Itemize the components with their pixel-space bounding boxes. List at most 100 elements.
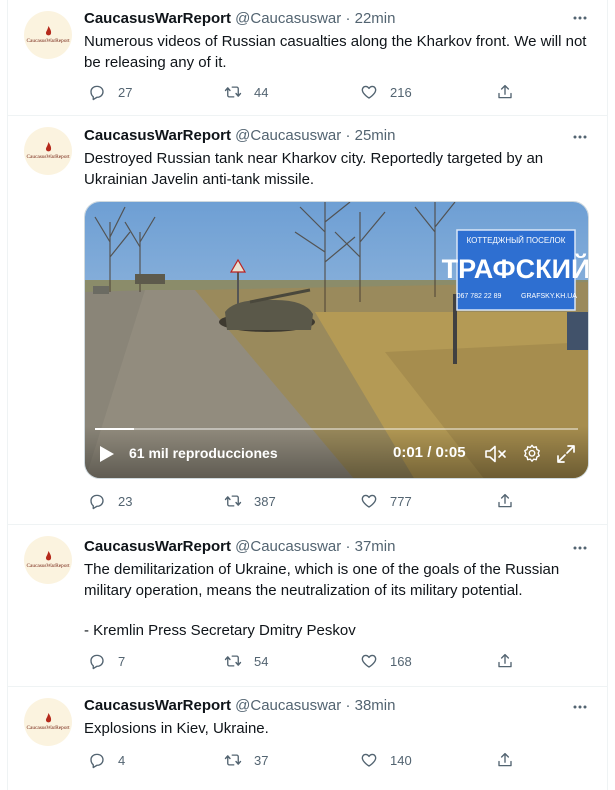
- tweet-actions: 4 37 140: [84, 751, 514, 771]
- tweet-text: Destroyed Russian tank near Kharkov city…: [84, 148, 589, 190]
- like-count: 140: [390, 752, 412, 768]
- timestamp[interactable]: 22min: [355, 10, 396, 27]
- billboard-top-text: КОТТЕДЖНЫЙ ПОСЕЛОК: [467, 236, 566, 245]
- timestamp[interactable]: 38min: [355, 697, 396, 714]
- retweet-button[interactable]: 387: [224, 492, 276, 510]
- retweet-count: 37: [254, 752, 269, 768]
- retweet-count: 44: [254, 84, 269, 100]
- avatar[interactable]: CaucasusWarReport: [24, 127, 72, 175]
- flame-logo-icon: [45, 26, 51, 36]
- share-button[interactable]: [496, 751, 526, 769]
- billboard-site-text: GRAFSKY.KH.UA: [521, 293, 577, 300]
- tweet-header: CaucasusWarReport @Caucasuswar · 37min: [84, 537, 395, 557]
- retweet-icon: [224, 655, 242, 667]
- more-options-icon[interactable]: [571, 9, 589, 27]
- avatar[interactable]: CaucasusWarReport: [24, 11, 72, 59]
- more-options-icon[interactable]: [571, 698, 589, 716]
- tweet[interactable]: CaucasusWarReport CaucasusWarReport @Cau…: [8, 525, 607, 687]
- share-icon: [498, 493, 512, 508]
- video-time: 0:01 / 0:05: [393, 444, 466, 461]
- tweet-paragraph: The demilitarization of Ukraine, which i…: [84, 561, 560, 599]
- timestamp[interactable]: 37min: [355, 538, 396, 555]
- video-progress-bar[interactable]: [95, 428, 578, 430]
- tweet-paragraph: Destroyed Russian tank near Kharkov city…: [84, 150, 544, 188]
- timestamp[interactable]: 25min: [355, 127, 396, 144]
- like-button[interactable]: 777: [360, 492, 412, 510]
- like-count: 777: [390, 493, 412, 509]
- tweet[interactable]: CaucasusWarReport CaucasusWarReport @Cau…: [8, 0, 607, 116]
- share-icon: [498, 752, 512, 767]
- separator-dot: ·: [345, 10, 351, 27]
- reply-button[interactable]: 4: [88, 751, 125, 769]
- tweet-header: CaucasusWarReport @Caucasuswar · 22min: [84, 9, 395, 29]
- reply-button[interactable]: 23: [88, 492, 132, 510]
- heart-icon: [361, 654, 377, 668]
- flame-logo-icon: [45, 713, 51, 723]
- avatar[interactable]: CaucasusWarReport: [24, 698, 72, 746]
- share-icon: [498, 84, 512, 99]
- play-icon[interactable]: [99, 445, 115, 463]
- tweet-paragraph: - Kremlin Press Secretary Dmitry Peskov: [84, 622, 356, 639]
- tweet-paragraph: Numerous videos of Russian casualties al…: [84, 33, 587, 71]
- heart-icon: [361, 494, 377, 508]
- reply-icon: [90, 753, 104, 769]
- heart-icon: [361, 753, 377, 767]
- like-count: 216: [390, 84, 412, 100]
- retweet-button[interactable]: 44: [224, 83, 268, 101]
- video-controls: 61 mil reproducciones 0:01 / 0:05: [85, 426, 588, 478]
- reply-button[interactable]: 7: [88, 652, 125, 670]
- separator-dot: ·: [345, 127, 351, 144]
- retweet-button[interactable]: 54: [224, 652, 268, 670]
- reply-icon: [90, 85, 104, 101]
- flame-logo-icon: [45, 551, 51, 561]
- billboard-main-text: ТРАФСКИЙ: [442, 253, 589, 284]
- view-count: 61 mil reproducciones: [129, 445, 278, 461]
- display-name[interactable]: CaucasusWarReport: [84, 127, 231, 144]
- share-button[interactable]: [496, 83, 526, 101]
- retweet-icon: [224, 495, 242, 507]
- more-options-icon[interactable]: [571, 539, 589, 557]
- share-button[interactable]: [496, 652, 526, 670]
- mute-icon[interactable]: [483, 443, 507, 465]
- tweet-text: Numerous videos of Russian casualties al…: [84, 31, 589, 73]
- fullscreen-icon[interactable]: [555, 443, 577, 465]
- display-name[interactable]: CaucasusWarReport: [84, 697, 231, 714]
- tweet-actions: 7 54 168: [84, 652, 514, 672]
- flame-logo-icon: [45, 142, 51, 152]
- separator-dot: ·: [345, 697, 351, 714]
- like-button[interactable]: 168: [360, 652, 412, 670]
- video-player[interactable]: КОТТЕДЖНЫЙ ПОСЕЛОК ТРАФСКИЙ 067 782 22 8…: [84, 201, 589, 479]
- handle[interactable]: @Caucasuswar: [235, 127, 341, 144]
- more-options-icon[interactable]: [571, 128, 589, 146]
- display-name[interactable]: CaucasusWarReport: [84, 538, 231, 555]
- reply-count: 23: [118, 493, 133, 509]
- reply-icon: [90, 654, 104, 670]
- tweet-text: Explosions in Kiev, Ukraine.: [84, 718, 589, 739]
- display-name[interactable]: CaucasusWarReport: [84, 10, 231, 27]
- tweet[interactable]: CaucasusWarReport CaucasusWarReport @Cau…: [8, 116, 607, 525]
- separator-dot: ·: [345, 538, 351, 555]
- like-count: 168: [390, 653, 412, 669]
- handle[interactable]: @Caucasuswar: [235, 697, 341, 714]
- timeline: CaucasusWarReport CaucasusWarReport @Cau…: [7, 0, 608, 790]
- reply-button[interactable]: 27: [88, 83, 132, 101]
- tweet[interactable]: CaucasusWarReport CaucasusWarReport @Cau…: [8, 687, 607, 790]
- like-button[interactable]: 216: [360, 83, 412, 101]
- avatar-text: CaucasusWarReport: [26, 725, 70, 731]
- tweet-actions: 27 44 216: [84, 83, 514, 103]
- handle[interactable]: @Caucasuswar: [235, 538, 341, 555]
- retweet-icon: [224, 86, 242, 98]
- video-progress-fill: [95, 428, 134, 430]
- settings-gear-icon[interactable]: [521, 443, 543, 465]
- reply-count: 27: [118, 84, 133, 100]
- heart-icon: [361, 85, 377, 99]
- retweet-count: 54: [254, 653, 269, 669]
- handle[interactable]: @Caucasuswar: [235, 10, 341, 27]
- retweet-button[interactable]: 37: [224, 751, 268, 769]
- like-button[interactable]: 140: [360, 751, 412, 769]
- avatar-text: CaucasusWarReport: [26, 38, 70, 44]
- tweet-header: CaucasusWarReport @Caucasuswar · 38min: [84, 696, 395, 716]
- share-button[interactable]: [496, 492, 526, 510]
- avatar[interactable]: CaucasusWarReport: [24, 536, 72, 584]
- avatar-text: CaucasusWarReport: [26, 154, 70, 160]
